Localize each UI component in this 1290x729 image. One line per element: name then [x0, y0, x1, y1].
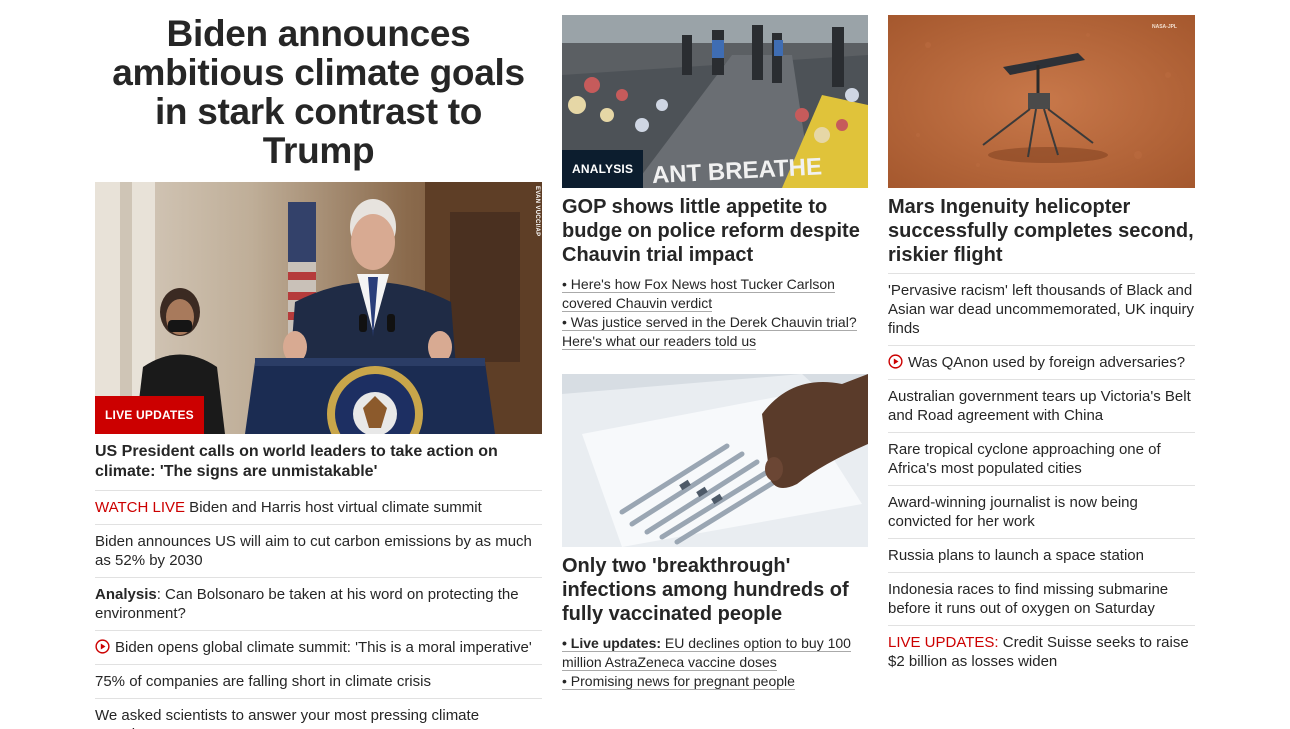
police-reform-headline[interactable]: GOP shows little appetite to budge on po…	[562, 188, 868, 273]
lead-story-headline[interactable]: US President calls on world leaders to t…	[95, 434, 542, 490]
vaccine-bullets: • Live updates: EU declines option to bu…	[562, 634, 868, 691]
list-item-link[interactable]: We asked scientists to answer your most …	[95, 706, 542, 729]
list-item[interactable]: Award-winning journalist is now being co…	[888, 485, 1195, 538]
bullet-link[interactable]: • Here's how Fox News host Tucker Carlso…	[562, 276, 835, 312]
bullet-link[interactable]: • Live updates: EU declines option to bu…	[562, 635, 851, 671]
live-updates-label: LIVE UPDATES:	[888, 634, 999, 651]
police-reform-bullets: • Here's how Fox News host Tucker Carlso…	[562, 275, 868, 351]
photo-credit: EVAN VUCCI/AP	[534, 186, 540, 237]
list-item-link[interactable]: Biden announces US will aim to cut carbo…	[95, 532, 542, 570]
photo-credit: NASA-JPL	[1151, 24, 1177, 30]
bullet-link[interactable]: • Was justice served in the Derek Chauvi…	[562, 314, 857, 350]
list-item-link[interactable]: 75% of companies are falling short in cl…	[95, 672, 542, 691]
list-item-text: Biden and Harris host virtual climate su…	[185, 499, 482, 516]
list-item-text: : Can Bolsonaro be taken at his word on …	[95, 586, 519, 622]
list-item[interactable]: Australian government tears up Victoria'…	[888, 379, 1195, 432]
live-updates-badge: LIVE UPDATES	[95, 396, 204, 434]
mars-helicopter-photo	[888, 15, 1195, 188]
hero-headline[interactable]: Biden announces ambitious climate goals …	[95, 14, 542, 170]
bullet-item[interactable]: • Promising news for pregnant people	[562, 672, 868, 691]
list-item-link[interactable]: 'Pervasive racism' left thousands of Bla…	[888, 281, 1195, 338]
list-item[interactable]: Was QAnon used by foreign adversaries?	[888, 345, 1195, 379]
analysis-label: Analysis	[95, 586, 157, 603]
video-link[interactable]: Was QAnon used by foreign adversaries?	[888, 353, 1195, 372]
syringes-photo	[562, 374, 868, 547]
middle-column: ANT BREATHE ANALYSIS GOP shows little ap…	[562, 0, 868, 691]
lead-column: Biden announces ambitious climate goals …	[95, 0, 542, 729]
bullet-item[interactable]: • Was justice served in the Derek Chauvi…	[562, 313, 868, 351]
live-updates-link[interactable]: LIVE UPDATES: Credit Suisse seeks to rai…	[888, 633, 1195, 671]
list-item[interactable]: Russia plans to launch a space station	[888, 538, 1195, 572]
hero-headline-link[interactable]: Biden announces ambitious climate goals …	[112, 13, 525, 171]
list-item-link[interactable]: Award-winning journalist is now being co…	[888, 493, 1195, 531]
police-reform-image[interactable]: ANT BREATHE ANALYSIS	[562, 15, 868, 188]
analysis-link[interactable]: Analysis: Can Bolsonaro be taken at his …	[95, 585, 542, 623]
watch-live-link[interactable]: WATCH LIVE Biden and Harris host virtual…	[95, 498, 542, 517]
list-item-link[interactable]: Russia plans to launch a space station	[888, 546, 1195, 565]
list-item[interactable]: LIVE UPDATES: Credit Suisse seeks to rai…	[888, 625, 1195, 678]
list-item[interactable]: 75% of companies are falling short in cl…	[95, 664, 542, 698]
right-story-list: 'Pervasive racism' left thousands of Bla…	[888, 273, 1195, 678]
list-item-link[interactable]: Australian government tears up Victoria'…	[888, 387, 1195, 425]
list-item[interactable]: Rare tropical cyclone approaching one of…	[888, 432, 1195, 485]
list-item[interactable]: Biden announces US will aim to cut carbo…	[95, 524, 542, 577]
list-item[interactable]: WATCH LIVE Biden and Harris host virtual…	[95, 490, 542, 524]
list-item-text: Biden opens global climate summit: 'This…	[115, 639, 532, 656]
list-item[interactable]: Biden opens global climate summit: 'This…	[95, 630, 542, 664]
mars-headline[interactable]: Mars Ingenuity helicopter successfully c…	[888, 188, 1195, 273]
list-item-link[interactable]: Indonesia races to find missing submarin…	[888, 580, 1195, 618]
list-item-text: Was QAnon used by foreign adversaries?	[908, 354, 1186, 371]
list-item[interactable]: Indonesia races to find missing submarin…	[888, 572, 1195, 625]
bullet-link[interactable]: • Promising news for pregnant people	[562, 673, 795, 690]
list-item[interactable]: 'Pervasive racism' left thousands of Bla…	[888, 273, 1195, 345]
vaccine-headline[interactable]: Only two 'breakthrough' infections among…	[562, 547, 868, 632]
list-item-link[interactable]: Rare tropical cyclone approaching one of…	[888, 440, 1195, 478]
play-icon	[95, 639, 110, 654]
right-column: NASA-JPL Mars Ingenuity helicopter succe…	[888, 0, 1195, 678]
list-item[interactable]: We asked scientists to answer your most …	[95, 698, 542, 729]
list-item[interactable]: Analysis: Can Bolsonaro be taken at his …	[95, 577, 542, 630]
vaccine-image[interactable]	[562, 374, 868, 547]
live-updates-label: • Live updates:	[562, 635, 662, 651]
mars-image[interactable]: NASA-JPL	[888, 15, 1195, 188]
lead-story-list: WATCH LIVE Biden and Harris host virtual…	[95, 490, 542, 729]
lead-image[interactable]: EVAN VUCCI/AP LIVE UPDATES	[95, 182, 542, 434]
analysis-badge: ANALYSIS	[562, 150, 644, 188]
bullet-item[interactable]: • Live updates: EU declines option to bu…	[562, 634, 868, 672]
bullet-item[interactable]: • Here's how Fox News host Tucker Carlso…	[562, 275, 868, 313]
play-icon	[888, 354, 903, 369]
watch-live-label: WATCH LIVE	[95, 499, 186, 516]
video-link[interactable]: Biden opens global climate summit: 'This…	[95, 638, 542, 657]
